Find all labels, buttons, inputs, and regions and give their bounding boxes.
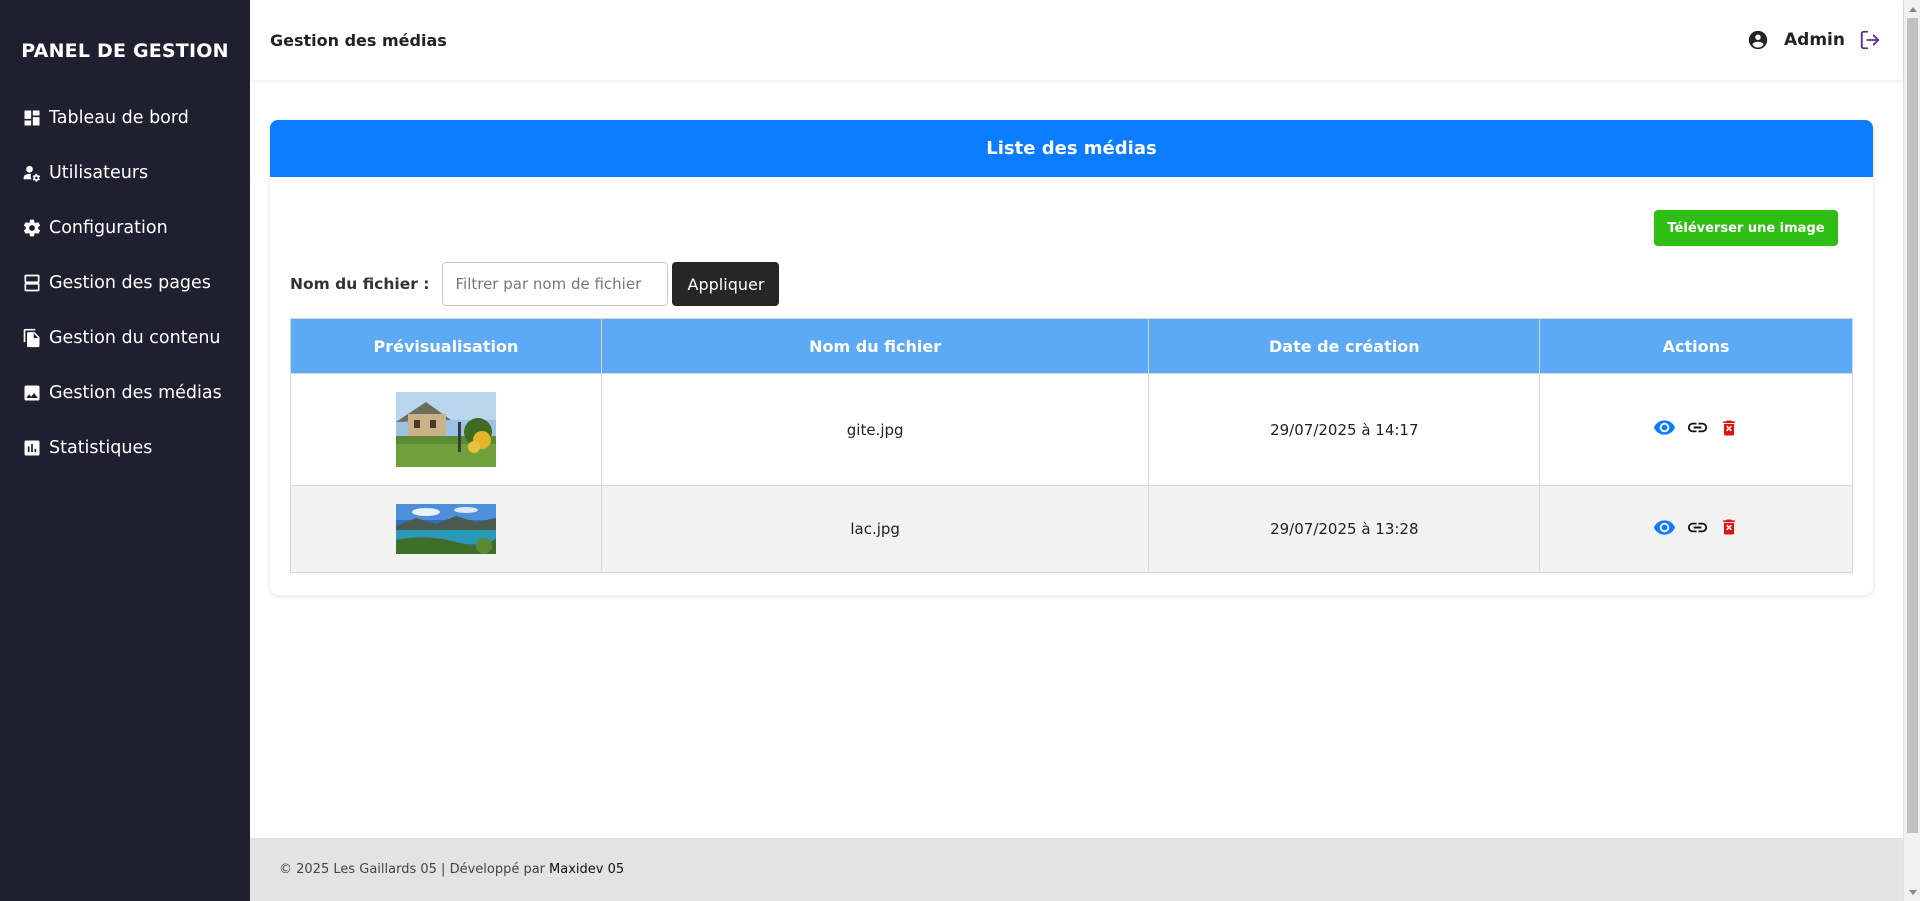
filter-label: Nom du fichier : bbox=[290, 275, 430, 293]
column-header-preview: Prévisualisation bbox=[290, 318, 602, 374]
sidebar-title: PANEL DE GESTION bbox=[21, 40, 229, 62]
filename-filter-input[interactable] bbox=[442, 262, 669, 306]
table-header-row: Prévisualisation Nom du fichier Date de … bbox=[290, 318, 1853, 374]
media-thumbnail[interactable] bbox=[395, 392, 496, 467]
column-header-date: Date de création bbox=[1148, 318, 1541, 374]
link-icon[interactable] bbox=[1686, 416, 1709, 439]
footer-text: © 2025 Les Gaillards 05 | Développé par bbox=[279, 862, 546, 877]
delete-icon[interactable] bbox=[1719, 418, 1739, 438]
filename-cell: gite.jpg bbox=[600, 373, 1150, 486]
sidebar-item-label: Configuration bbox=[49, 217, 168, 238]
gear-icon bbox=[23, 219, 41, 236]
user-circle-icon[interactable] bbox=[1747, 29, 1769, 51]
actions-cell bbox=[1539, 485, 1853, 573]
sidebar-item-media[interactable]: Gestion des médias bbox=[0, 365, 250, 420]
delete-icon[interactable] bbox=[1719, 517, 1739, 537]
vertical-scrollbar[interactable] bbox=[1903, 0, 1920, 901]
preview-cell bbox=[290, 373, 602, 486]
sidebar-item-dashboard[interactable]: Tableau de bord bbox=[0, 90, 250, 145]
sidebar-item-statistics[interactable]: Statistiques bbox=[0, 420, 250, 475]
sidebar-item-content[interactable]: Gestion du contenu bbox=[0, 310, 250, 365]
column-header-actions: Actions bbox=[1539, 318, 1853, 374]
sidebar-nav: Tableau de bord Utilisateurs Configurati… bbox=[0, 90, 250, 475]
sidebar-item-label: Gestion des médias bbox=[49, 382, 222, 403]
user-name: Admin bbox=[1784, 30, 1845, 50]
media-thumbnail[interactable] bbox=[395, 504, 496, 554]
sidebar-item-label: Statistiques bbox=[49, 437, 153, 458]
pages-icon bbox=[24, 274, 40, 291]
sidebar-item-label: Utilisateurs bbox=[49, 162, 149, 183]
main-content: Liste des médias Téléverser une image No… bbox=[250, 80, 1903, 838]
upload-image-button[interactable]: Téléverser une image bbox=[1654, 210, 1838, 246]
filter-row: Nom du fichier : Appliquer bbox=[270, 262, 1873, 306]
sidebar-item-label: Tableau de bord bbox=[49, 107, 189, 128]
actions-cell bbox=[1539, 373, 1853, 486]
bar-chart-icon bbox=[24, 440, 40, 455]
footer: © 2025 Les Gaillards 05 | Développé par … bbox=[250, 838, 1903, 901]
table-row: lac.jpg 29/07/2025 à 13:28 bbox=[290, 485, 1853, 573]
scroll-up-icon[interactable] bbox=[1904, 0, 1920, 17]
scrollbar-thumb[interactable] bbox=[1907, 18, 1918, 833]
upload-row: Téléverser une image bbox=[270, 177, 1873, 255]
sidebar-item-label: Gestion des pages bbox=[49, 272, 211, 293]
eye-icon[interactable] bbox=[1653, 416, 1676, 439]
preview-cell bbox=[290, 485, 602, 573]
eye-icon[interactable] bbox=[1653, 516, 1676, 539]
date-cell: 29/07/2025 à 13:28 bbox=[1148, 485, 1541, 573]
document-icon bbox=[23, 328, 40, 347]
footer-link[interactable]: Maxidev 05 bbox=[549, 862, 624, 877]
logout-icon[interactable] bbox=[1859, 29, 1881, 51]
sidebar-item-label: Gestion du contenu bbox=[49, 327, 221, 348]
link-icon[interactable] bbox=[1686, 516, 1709, 539]
scroll-down-icon[interactable] bbox=[1904, 884, 1920, 901]
media-card: Liste des médias Téléverser une image No… bbox=[270, 120, 1873, 595]
sidebar: PANEL DE GESTION Tableau de bord Utilisa… bbox=[0, 0, 250, 901]
sidebar-item-users[interactable]: Utilisateurs bbox=[0, 145, 250, 200]
apply-filter-button[interactable]: Appliquer bbox=[672, 262, 780, 306]
top-header: Gestion des médias Admin bbox=[250, 0, 1903, 80]
card-title: Liste des médias bbox=[270, 120, 1873, 177]
date-cell: 29/07/2025 à 14:17 bbox=[1148, 373, 1541, 486]
image-icon bbox=[24, 385, 40, 400]
dashboard-icon bbox=[24, 110, 40, 125]
media-table: Prévisualisation Nom du fichier Date de … bbox=[290, 318, 1853, 573]
sidebar-item-pages[interactable]: Gestion des pages bbox=[0, 255, 250, 310]
column-header-filename: Nom du fichier bbox=[600, 318, 1150, 374]
filename-cell: lac.jpg bbox=[600, 485, 1150, 573]
page-title: Gestion des médias bbox=[270, 30, 447, 50]
table-row: gite.jpg 29/07/2025 à 14:17 bbox=[290, 373, 1853, 486]
users-settings-icon bbox=[23, 165, 40, 182]
sidebar-item-configuration[interactable]: Configuration bbox=[0, 200, 250, 255]
user-area: Admin bbox=[1747, 29, 1881, 51]
